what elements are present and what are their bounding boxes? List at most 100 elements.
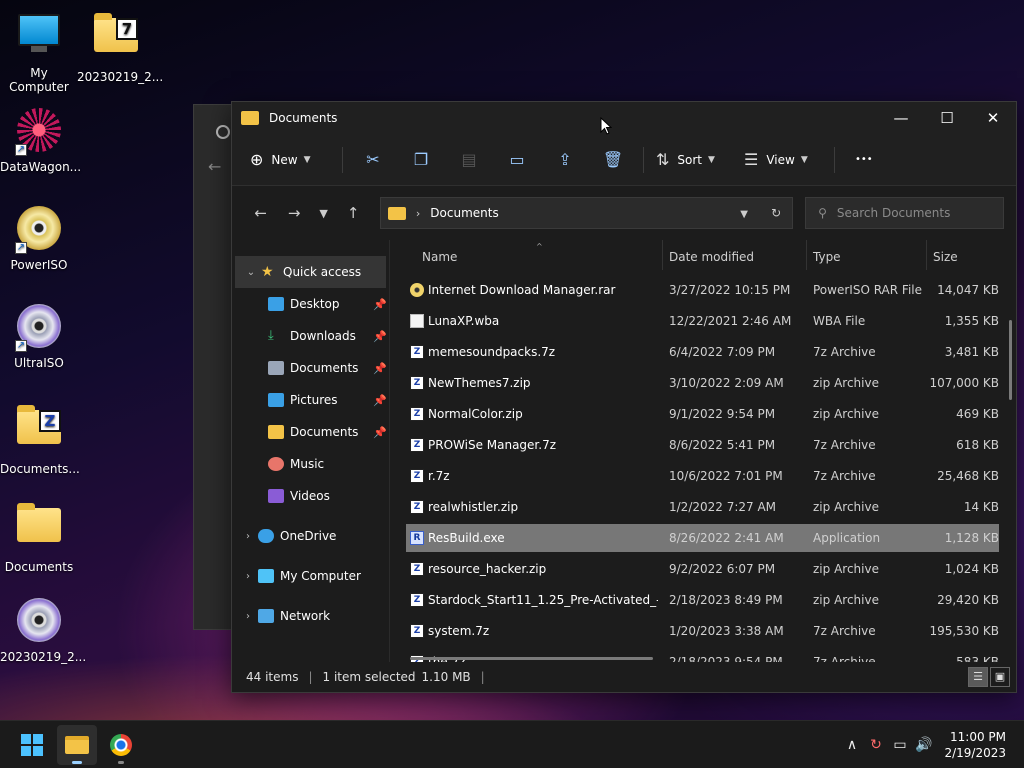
horizontal-scrollbar[interactable] — [410, 657, 653, 660]
table-row[interactable]: Zr.7z 10/6/2022 7:01 PM 7z Archive 25,468 K… — [406, 462, 999, 490]
table-row[interactable]: Z NewThemes7.zip 3/10/2022 2:09 AM zip Arch… — [406, 369, 999, 397]
chevron-down-icon: ▼ — [800, 154, 808, 165]
desktop-icon-label: My Computer — [9, 66, 69, 94]
show-hidden-icons-button[interactable]: ∧ — [840, 737, 864, 753]
more-options-button[interactable]: ••• — [841, 144, 873, 176]
paste-button[interactable]: ▤ — [445, 144, 493, 176]
copy-button[interactable]: ❐ — [397, 144, 445, 176]
file-date: 9/1/2022 9:54 PM — [669, 407, 776, 421]
file-name: Internet Download Manager.rar — [428, 283, 616, 297]
file-date: 12/22/2021 2:46 AM — [669, 314, 792, 328]
address-dropdown-button[interactable]: ▼ — [728, 206, 760, 220]
desktop-icon-disc-image[interactable]: 20230219_2... — [0, 596, 86, 664]
time: 11:00 PM — [950, 730, 1006, 744]
back-arrow-icon[interactable]: ← — [208, 157, 221, 176]
archive-icon: Z — [410, 593, 424, 607]
scissors-icon: ✂ — [366, 150, 380, 169]
nav-item-my-computer[interactable]: › My Computer — [232, 560, 389, 592]
nav-item-documents[interactable]: Documents 📌 — [232, 352, 389, 384]
nav-item-desktop[interactable]: Desktop 📌 — [232, 288, 389, 320]
table-row[interactable]: R ResBuild.exe 8/26/2022 2:41 AM Applicatio… — [406, 524, 999, 552]
breadcrumb[interactable]: Documents — [430, 206, 498, 220]
file-date: 8/6/2022 5:41 PM — [669, 438, 776, 452]
taskbar-file-explorer[interactable] — [57, 725, 97, 765]
table-row[interactable]: Z NormalColor.zip 9/1/2022 9:54 PM zip Arch… — [406, 400, 999, 428]
nav-item-network[interactable]: › Network — [232, 600, 389, 632]
table-row[interactable]: Z Stardock_Start11_1.25_Pre-Activated_-_H… — [406, 586, 999, 614]
desktop-icon-documents-archive[interactable]: Z Documents... — [0, 400, 80, 476]
table-row[interactable]: Zmemesoundpacks.7z 6/4/2022 7:09 PM 7z Arc… — [406, 338, 999, 366]
search-icon: ⚲ — [818, 206, 827, 220]
volume-icon[interactable]: 🔊 — [912, 737, 936, 753]
back-arrow-icon: ← — [254, 204, 267, 222]
up-button[interactable]: ↑ — [336, 198, 369, 228]
cut-button[interactable]: ✂ — [349, 144, 397, 176]
file-size: 1,024 KB — [944, 562, 999, 576]
nav-item-videos[interactable]: Videos — [232, 480, 389, 512]
file-date: 2/18/2023 8:49 PM — [669, 593, 783, 607]
desktop-icon — [268, 297, 284, 311]
music-icon — [268, 457, 284, 471]
details-view-button[interactable]: ☰ — [968, 667, 988, 687]
refresh-button[interactable]: ↻ — [760, 206, 792, 220]
file-explorer-window[interactable]: Documents — ☐ ✕ ⊕ New ▼ ✂ ❐ ▤ ▭ ⇪ 🗑 ⇅ So… — [231, 101, 1017, 693]
start-button[interactable] — [12, 725, 52, 765]
nav-item-music[interactable]: Music — [232, 448, 389, 480]
desktop-icon-archive[interactable]: 7 20230219_2... — [77, 8, 163, 84]
chevron-down-icon: ▼ — [708, 154, 715, 165]
nav-item-documents-folder[interactable]: Documents 📌 — [232, 416, 389, 448]
forward-button[interactable]: → — [277, 198, 310, 228]
column-header-type[interactable]: Type — [813, 240, 841, 274]
maximize-button[interactable]: ☐ — [924, 102, 970, 134]
desktop-icon-ultraiso[interactable]: ↗ UltraISO — [0, 302, 78, 370]
table-row[interactable]: Zresource_hacker.zip 9/2/2022 6:07 PM zip … — [406, 555, 999, 583]
sort-button[interactable]: ⇅ Sort ▼ — [650, 144, 738, 176]
search-box[interactable]: ⚲ — [805, 197, 1004, 229]
chevron-down-icon: ▼ — [319, 206, 328, 220]
nav-item-onedrive[interactable]: › OneDrive — [232, 520, 389, 552]
nav-item-quick-access[interactable]: ⌄ ★ Quick access — [235, 256, 386, 288]
tiles-view-button[interactable]: ▣ — [990, 667, 1010, 687]
table-row[interactable]: Internet Download Manager.rar 3/27/2022 1… — [406, 276, 999, 304]
file-name: NewThemes7.zip — [428, 376, 531, 390]
new-button[interactable]: ⊕ New ▼ — [250, 144, 336, 176]
view-button[interactable]: ☰ View ▼ — [738, 144, 828, 176]
nav-item-downloads[interactable]: ⤓ Downloads 📌 — [232, 320, 389, 352]
selection-size: 1.10 MB — [421, 670, 471, 684]
desktop-icon-my-computer[interactable]: My Computer — [0, 8, 78, 94]
rename-button[interactable]: ▭ — [493, 144, 541, 176]
table-row[interactable]: Zrealwhistler.zip 1/2/2022 7:27 AM zip Arc… — [406, 493, 999, 521]
delete-button[interactable]: 🗑 — [589, 144, 637, 176]
archive-folder-icon: Z — [15, 405, 63, 458]
table-row[interactable]: LunaXP.wba 12/22/2021 2:46 AM WBA File 1,35… — [406, 307, 999, 335]
desktop-icon-poweriso[interactable]: ↗ PowerISO — [0, 204, 78, 272]
divider — [834, 146, 835, 173]
address-bar[interactable]: › Documents ▼ ↻ — [379, 197, 794, 229]
taskbar-chrome[interactable] — [101, 725, 141, 765]
desktop-icon-documents-folder[interactable]: Documents — [0, 498, 78, 574]
table-row[interactable]: Zsystem.7z 1/20/2023 3:38 AM 7z Archive 195… — [406, 617, 999, 645]
back-button[interactable]: ← — [244, 198, 277, 228]
vertical-scrollbar[interactable] — [1009, 320, 1012, 400]
column-header-date[interactable]: Date modified — [669, 240, 754, 274]
divider — [643, 146, 644, 173]
minimize-button[interactable]: — — [878, 102, 924, 134]
close-button[interactable]: ✕ — [970, 102, 1016, 134]
title-bar[interactable]: Documents — ☐ ✕ — [232, 102, 1016, 134]
file-size: 618 KB — [956, 438, 999, 452]
table-row[interactable]: Z PROWiSe Manager.7z 8/6/2022 5:41 PM 7z Ar… — [406, 431, 999, 459]
active-indicator — [72, 761, 82, 764]
clock[interactable]: 11:00 PM 2/19/2023 — [944, 729, 1006, 761]
file-type: 7z Archive — [813, 624, 876, 638]
column-header-name[interactable]: Name — [422, 240, 457, 274]
sync-icon[interactable]: ↻ — [864, 737, 888, 753]
display-icon[interactable]: ▭ — [888, 737, 912, 753]
share-button[interactable]: ⇪ — [541, 144, 589, 176]
desktop-icon-datawagon[interactable]: ↗ DataWagon... — [0, 106, 81, 174]
search-input[interactable] — [836, 206, 987, 220]
nav-item-pictures[interactable]: Pictures 📌 — [232, 384, 389, 416]
pin-icon: 📌 — [373, 297, 387, 311]
column-header-size[interactable]: Size — [933, 240, 958, 274]
recent-locations-button[interactable]: ▼ — [311, 198, 337, 228]
file-name: LunaXP.wba — [428, 314, 500, 328]
